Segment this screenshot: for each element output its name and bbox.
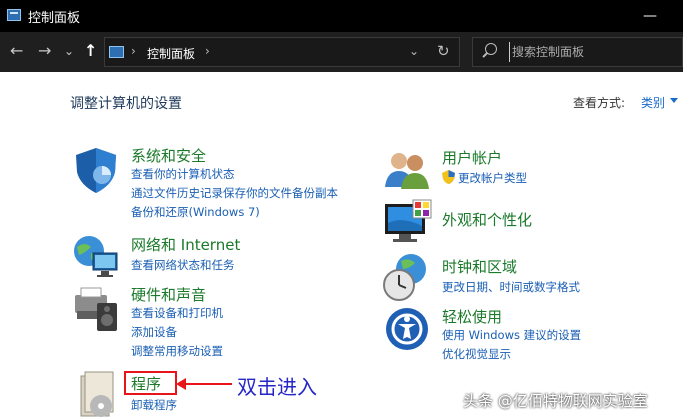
clock-globe-icon[interactable]	[381, 251, 431, 303]
category-network-internet[interactable]: 网络和 Internet	[131, 234, 240, 255]
breadcrumb-separator[interactable]: ›	[131, 44, 136, 58]
refresh-button[interactable]: ↻	[437, 42, 450, 60]
link-windows-recommended-settings[interactable]: 使用 Windows 建议的设置	[442, 327, 581, 343]
link-view-computer-status[interactable]: 查看你的计算机状态	[131, 166, 235, 182]
search-input[interactable]	[509, 42, 677, 62]
category-ease-of-access[interactable]: 轻松使用	[442, 306, 502, 327]
up-button[interactable]: ↑	[84, 41, 97, 61]
breadcrumb-control-panel[interactable]: 控制面板	[147, 45, 195, 62]
category-appearance-personalization[interactable]: 外观和个性化	[442, 209, 532, 230]
link-optimize-visual-display[interactable]: 优化视觉显示	[442, 346, 511, 362]
link-backup-restore[interactable]: 备份和还原(Windows 7)	[131, 204, 260, 220]
link-add-device[interactable]: 添加设备	[131, 324, 177, 340]
category-user-accounts[interactable]: 用户帐户	[442, 147, 502, 168]
address-dropdown-button[interactable]: ⌄	[409, 44, 419, 58]
programs-disc-icon[interactable]	[77, 370, 121, 419]
control-panel-icon	[7, 9, 21, 21]
page-title: 调整计算机的设置	[70, 96, 182, 112]
control-panel-icon	[109, 46, 124, 58]
recent-locations-button[interactable]: ⌄	[64, 41, 74, 61]
printer-speaker-icon[interactable]	[71, 283, 121, 333]
ease-of-access-icon[interactable]	[384, 306, 430, 352]
chevron-down-icon[interactable]	[670, 98, 678, 103]
view-by-dropdown[interactable]: 类别	[641, 94, 665, 111]
category-system-security[interactable]: 系统和安全	[131, 145, 206, 166]
minimize-button[interactable]: —	[643, 8, 657, 24]
address-bar[interactable]: › 控制面板 › ⌄ ↻	[104, 37, 460, 67]
link-mobility-settings[interactable]: 调整常用移动设置	[131, 343, 223, 359]
view-by-label: 查看方式:	[573, 96, 626, 110]
link-file-history[interactable]: 通过文件历史记录保存你的文件备份副本	[131, 185, 338, 201]
navigation-bar: ← → ⌄ ↑ › 控制面板 › ⌄ ↻	[0, 32, 683, 72]
search-box[interactable]	[472, 37, 683, 67]
watermark: 头条 @亿佰特物联网实验室	[463, 392, 648, 410]
link-change-account-type[interactable]: 更改帐户类型	[458, 170, 527, 186]
users-icon[interactable]	[383, 149, 431, 189]
window-title: 控制面板	[28, 11, 81, 26]
network-globe-icon[interactable]	[71, 233, 121, 281]
breadcrumb-separator[interactable]: ›	[205, 44, 210, 58]
shield-icon[interactable]	[71, 145, 121, 195]
category-hardware-sound[interactable]: 硬件和声音	[131, 284, 206, 305]
search-icon	[485, 43, 497, 55]
link-devices-printers[interactable]: 查看设备和打印机	[131, 305, 223, 321]
category-clock-region[interactable]: 时钟和区域	[442, 256, 517, 277]
link-uninstall-program[interactable]: 卸载程序	[131, 397, 177, 413]
link-change-date-time-format[interactable]: 更改日期、时间或数字格式	[442, 279, 580, 295]
annotation-text: 双击进入	[237, 375, 317, 399]
uac-shield-icon	[442, 170, 455, 184]
title-bar: 控制面板 —	[0, 0, 683, 32]
link-network-status[interactable]: 查看网络状态和任务	[131, 257, 235, 273]
annotation-highlight-box	[124, 371, 177, 395]
back-button[interactable]: ←	[10, 41, 23, 61]
monitor-palette-icon[interactable]	[383, 198, 433, 246]
forward-button[interactable]: →	[38, 41, 51, 61]
annotation-arrow	[176, 378, 232, 390]
